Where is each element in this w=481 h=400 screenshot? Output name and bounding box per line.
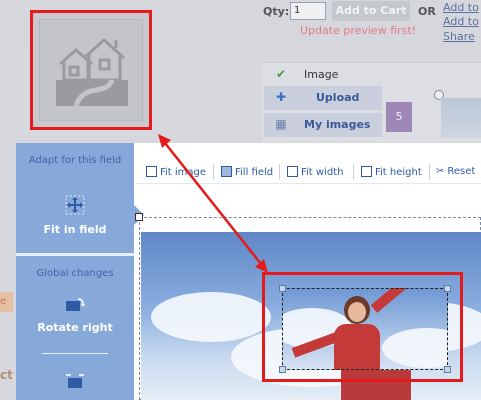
connector-arrow: [158, 134, 268, 273]
